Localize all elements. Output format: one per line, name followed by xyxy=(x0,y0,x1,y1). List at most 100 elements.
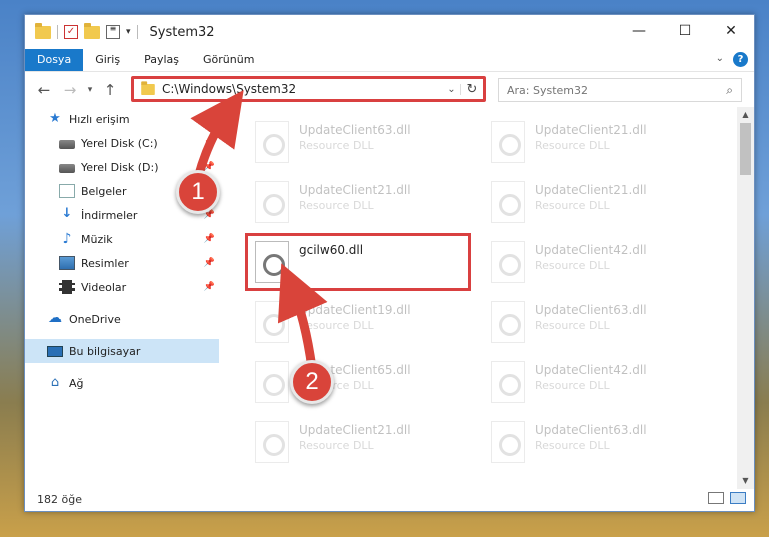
sidebar-item[interactable]: ⌂ Ağ xyxy=(25,371,219,395)
file-name: UpdateClient63.dll xyxy=(535,423,647,437)
sidebar-item[interactable]: Yerel Disk (C:) 📌 xyxy=(25,131,219,155)
folder-icon xyxy=(35,22,51,39)
divider xyxy=(136,25,138,39)
item-count: 182 öğe xyxy=(37,492,82,506)
file-name: UpdateClient21.dll xyxy=(535,123,647,137)
tab-share[interactable]: Paylaş xyxy=(132,49,191,71)
qa-dropdown-icon[interactable]: ▾ xyxy=(126,27,131,37)
maximize-button[interactable]: ☐ xyxy=(662,15,708,47)
pin-icon[interactable]: 📌 xyxy=(204,138,215,148)
dll-file-icon xyxy=(255,181,289,223)
sidebar-item[interactable]: ♪ Müzik 📌 xyxy=(25,227,219,251)
file-item[interactable]: UpdateClient21.dll Resource DLL xyxy=(483,175,709,227)
sidebar-item-label: Hızlı erişim xyxy=(69,112,130,126)
tab-view[interactable]: Görünüm xyxy=(191,49,266,71)
sidebar-item-label: Müzik xyxy=(81,232,113,246)
sidebar-item[interactable]: Videolar 📌 xyxy=(25,275,219,299)
file-type: Resource DLL xyxy=(535,439,610,452)
sidebar-item-label: Resimler xyxy=(81,256,129,270)
file-item[interactable]: UpdateClient42.dll Resource DLL xyxy=(483,355,709,407)
address-bar[interactable]: C:\Windows\System32 ⌄ ↻ xyxy=(131,76,486,102)
sidebar-item[interactable]: ☁ OneDrive xyxy=(25,307,219,331)
customize-icon[interactable]: ≡ xyxy=(106,25,120,39)
recent-locations-icon[interactable]: ▾ xyxy=(83,85,97,95)
window-title: System32 xyxy=(149,24,215,40)
help-icon[interactable]: ? xyxy=(733,52,748,67)
file-item[interactable]: UpdateClient63.dll Resource DLL xyxy=(483,415,709,467)
address-path[interactable]: C:\Windows\System32 xyxy=(162,82,443,96)
minimize-button[interactable]: — xyxy=(616,15,662,47)
expand-ribbon-icon[interactable]: ⌄ xyxy=(716,53,724,64)
up-arrow-icon[interactable]: ↑ xyxy=(97,81,123,99)
sidebar-item-label: OneDrive xyxy=(69,312,121,326)
back-arrow-icon[interactable]: ← xyxy=(31,81,57,99)
scroll-thumb[interactable] xyxy=(740,123,751,175)
address-dropdown-icon[interactable]: ⌄ xyxy=(443,83,461,95)
pictures-icon xyxy=(59,256,75,270)
dll-file-icon xyxy=(491,181,525,223)
dll-file-icon xyxy=(255,361,289,403)
properties-check-icon[interactable]: ✓ xyxy=(64,25,78,39)
sidebar-item[interactable]: Bu bilgisayar xyxy=(25,339,219,363)
computer-icon xyxy=(47,346,63,357)
file-item[interactable]: UpdateClient21.dll Resource DLL xyxy=(247,415,473,467)
pin-icon[interactable]: 📌 xyxy=(204,258,215,268)
dll-file-icon xyxy=(255,301,289,343)
ribbon-tabs: Dosya Giriş Paylaş Görünüm ⌄ ? xyxy=(25,49,754,71)
file-type: Resource DLL xyxy=(535,139,610,152)
file-type: Resource DLL xyxy=(535,199,610,212)
sidebar-item-label: Bu bilgisayar xyxy=(69,344,141,358)
file-item[interactable]: UpdateClient65.dll Resource DLL xyxy=(247,355,473,407)
file-name: UpdateClient63.dll xyxy=(535,303,647,317)
sidebar-item[interactable]: Resimler 📌 xyxy=(25,251,219,275)
forward-arrow-icon[interactable]: → xyxy=(57,81,83,99)
status-bar: 182 öğe xyxy=(25,487,754,511)
new-folder-icon[interactable] xyxy=(84,22,100,39)
vertical-scrollbar[interactable]: ▲ ▼ xyxy=(737,107,754,489)
network-icon: ⌂ xyxy=(50,375,60,390)
file-item[interactable]: UpdateClient21.dll Resource DLL xyxy=(247,175,473,227)
explorer-window: ✓ ≡ ▾ System32 — ☐ ✕ Dosya Giriş Paylaş … xyxy=(24,14,755,512)
disk-icon xyxy=(59,140,75,149)
file-name: UpdateClient21.dll xyxy=(535,183,647,197)
close-button[interactable]: ✕ xyxy=(708,15,754,47)
tab-file[interactable]: Dosya xyxy=(25,49,84,71)
scroll-up-icon[interactable]: ▲ xyxy=(737,107,754,123)
file-item[interactable]: UpdateClient42.dll Resource DLL xyxy=(483,235,709,287)
music-icon: ♪ xyxy=(62,231,72,247)
file-item[interactable]: UpdateClient63.dll Resource DLL xyxy=(247,115,473,167)
sidebar-item[interactable]: ★ Hızlı erişim xyxy=(25,107,219,131)
file-type: Resource DLL xyxy=(535,319,610,332)
sidebar-item-label: İndirmeler xyxy=(81,208,138,222)
search-icon[interactable]: ⌕ xyxy=(726,83,733,98)
file-item[interactable]: UpdateClient21.dll Resource DLL xyxy=(483,115,709,167)
file-name: UpdateClient42.dll xyxy=(535,363,647,377)
star-icon: ★ xyxy=(49,111,61,126)
refresh-icon[interactable]: ↻ xyxy=(461,82,483,97)
search-box[interactable]: ⌕ xyxy=(498,78,742,102)
large-icons-view-icon[interactable] xyxy=(730,492,746,504)
file-item[interactable]: UpdateClient63.dll Resource DLL xyxy=(483,295,709,347)
navigation-pane: ★ Hızlı erişim Yerel Disk (C:) 📌 Yerel Disk … xyxy=(25,107,219,489)
file-name: UpdateClient21.dll xyxy=(299,183,411,197)
dll-file-icon xyxy=(255,121,289,163)
pin-icon[interactable]: 📌 xyxy=(204,234,215,244)
tab-home[interactable]: Giriş xyxy=(83,49,132,71)
file-type: Resource DLL xyxy=(535,259,610,272)
dll-file-icon xyxy=(491,121,525,163)
dll-file-icon xyxy=(491,301,525,343)
dll-file-icon xyxy=(491,421,525,463)
downloads-icon: ↓ xyxy=(61,206,73,221)
onedrive-icon: ☁ xyxy=(48,310,62,326)
address-row: ← → ▾ ↑ C:\Windows\System32 ⌄ ↻ ⌕ xyxy=(25,71,754,107)
pin-icon[interactable]: 📌 xyxy=(204,282,215,292)
step-1-badge: 1 xyxy=(176,170,220,214)
search-input[interactable] xyxy=(507,83,727,97)
details-view-icon[interactable] xyxy=(708,492,724,504)
file-type: Resource DLL xyxy=(299,319,374,332)
highlight-box xyxy=(245,233,471,291)
folder-icon xyxy=(141,80,155,95)
file-name: UpdateClient19.dll xyxy=(299,303,411,317)
file-item[interactable]: UpdateClient19.dll Resource DLL xyxy=(247,295,473,347)
videos-icon xyxy=(59,280,75,294)
